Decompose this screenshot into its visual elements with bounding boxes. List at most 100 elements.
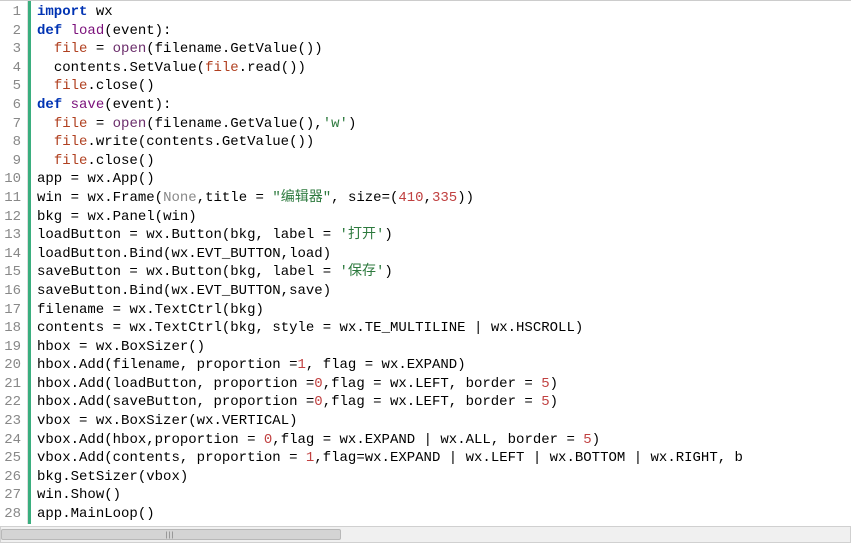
code-line[interactable]: filename = wx.TextCtrl(bkg): [37, 301, 851, 320]
token-name: b: [735, 450, 743, 466]
code-line[interactable]: contents = wx.TextCtrl(bkg, style = wx.T…: [37, 319, 851, 338]
code-line[interactable]: file.close(): [37, 77, 851, 96]
code-line[interactable]: file.write(contents.GetValue()): [37, 133, 851, 152]
code-line[interactable]: vbox = wx.BoxSizer(wx.VERTICAL): [37, 412, 851, 431]
code-line[interactable]: bkg.SetSizer(vbox): [37, 468, 851, 487]
code-line[interactable]: file = open(filename.GetValue(),'w'): [37, 115, 851, 134]
code-area[interactable]: import wxdef load(event): file = open(fi…: [31, 1, 851, 524]
token-name: wx: [171, 246, 188, 262]
code-line[interactable]: saveButton.Bind(wx.EVT_BUTTON,save): [37, 282, 851, 301]
token-name: proportion: [197, 357, 281, 373]
line-number: 11: [2, 189, 21, 208]
token-str: "编辑器": [272, 190, 331, 206]
token-name: EVT_BUTTON: [197, 283, 281, 299]
code-line[interactable]: app = wx.App(): [37, 170, 851, 189]
token-op: (: [104, 23, 112, 39]
scrollbar-thumb[interactable]: [1, 529, 341, 540]
code-line[interactable]: contents.SetValue(file.read()): [37, 59, 851, 78]
code-line[interactable]: hbox.Add(loadButton, proportion =0,flag …: [37, 375, 851, 394]
token-str: 'w': [323, 116, 348, 132]
token-name: Bind: [129, 246, 163, 262]
token-name: TextCtrl: [155, 320, 222, 336]
token-op: ,: [197, 394, 214, 410]
token-op: =: [289, 357, 297, 373]
line-number: 8: [2, 133, 21, 152]
token-name: MainLoop: [71, 506, 138, 522]
code-line[interactable]: loadButton.Bind(wx.EVT_BUTTON,load): [37, 245, 851, 264]
token-name: wx: [146, 227, 163, 243]
token-name: close: [96, 78, 138, 94]
token-op: (: [104, 450, 112, 466]
code-editor[interactable]: 1234567891011121314151617181920212223242…: [0, 0, 851, 524]
line-number: 22: [2, 393, 21, 412]
token-op: ,: [146, 432, 154, 448]
line-number: 19: [2, 338, 21, 357]
code-line[interactable]: file = open(filename.GetValue()): [37, 40, 851, 59]
token-name: wx: [87, 171, 104, 187]
code-line[interactable]: def save(event):: [37, 96, 851, 115]
code-line[interactable]: def load(event):: [37, 22, 851, 41]
token-name: vbox: [37, 450, 71, 466]
token-num: 5: [541, 376, 549, 392]
token-op: (: [146, 116, 154, 132]
token-name: wx: [390, 376, 407, 392]
token-name: saveButton: [37, 264, 121, 280]
code-line[interactable]: hbox = wx.BoxSizer(): [37, 338, 851, 357]
token-name: wx: [96, 339, 113, 355]
token-op: (): [138, 506, 155, 522]
code-line[interactable]: bkg = wx.Panel(win): [37, 208, 851, 227]
token-name: event: [113, 23, 155, 39]
token-name: EVT_BUTTON: [197, 246, 281, 262]
horizontal-scrollbar[interactable]: [0, 526, 851, 543]
token-name: wx: [365, 450, 382, 466]
token-op: ): [348, 116, 356, 132]
token-var: file: [54, 78, 88, 94]
token-name: Add: [79, 394, 104, 410]
token-op: .: [188, 246, 196, 262]
code-line[interactable]: vbox.Add(contents, proportion = 1,flag=w…: [37, 449, 851, 468]
token-op: .: [667, 450, 675, 466]
token-name: save: [289, 283, 323, 299]
scrollbar-track[interactable]: [1, 527, 850, 542]
token-op: ,: [272, 432, 280, 448]
code-line[interactable]: hbox.Add(saveButton, proportion =0,flag …: [37, 393, 851, 412]
code-line[interactable]: app.MainLoop(): [37, 505, 851, 524]
token-var: file: [54, 153, 88, 169]
code-line[interactable]: saveButton = wx.Button(bkg, label = '保存'…: [37, 263, 851, 282]
code-line[interactable]: win = wx.Frame(None,title = "编辑器", size=…: [37, 189, 851, 208]
token-op: (: [104, 432, 112, 448]
token-op: ()): [281, 60, 306, 76]
token-name: Add: [79, 357, 104, 373]
code-line[interactable]: hbox.Add(filename, proportion =1, flag =…: [37, 356, 851, 375]
token-op: .: [62, 487, 70, 503]
token-op: .: [356, 432, 364, 448]
token-op: ()): [289, 134, 314, 150]
token-op: ): [550, 394, 558, 410]
code-line[interactable]: win.Show(): [37, 486, 851, 505]
token-op: ,: [281, 283, 289, 299]
token-name: wx: [491, 320, 508, 336]
token-kw: def: [37, 23, 62, 39]
token-name: loadButton: [37, 246, 121, 262]
token-name: wx: [466, 450, 483, 466]
token-name: Show: [71, 487, 105, 503]
token-name: style: [272, 320, 314, 336]
token-op: (): [138, 153, 155, 169]
token-op: =: [71, 209, 79, 225]
token-op: (: [146, 41, 154, 57]
code-line[interactable]: vbox.Add(hbox,proportion = 0,flag = wx.E…: [37, 431, 851, 450]
code-line[interactable]: loadButton = wx.Button(bkg, label = '打开'…: [37, 226, 851, 245]
token-op: ,: [256, 320, 273, 336]
token-op: .: [213, 134, 221, 150]
token-op: ): [289, 413, 297, 429]
token-name: filename: [37, 302, 104, 318]
token-op: ): [180, 469, 188, 485]
code-line[interactable]: file.close(): [37, 152, 851, 171]
token-name: flag: [323, 357, 357, 373]
code-line[interactable]: import wx: [37, 3, 851, 22]
token-fn: save: [71, 97, 105, 113]
token-name: label: [272, 227, 314, 243]
token-name: wx: [340, 320, 357, 336]
token-op: ,: [180, 450, 197, 466]
token-op: )): [457, 190, 474, 206]
